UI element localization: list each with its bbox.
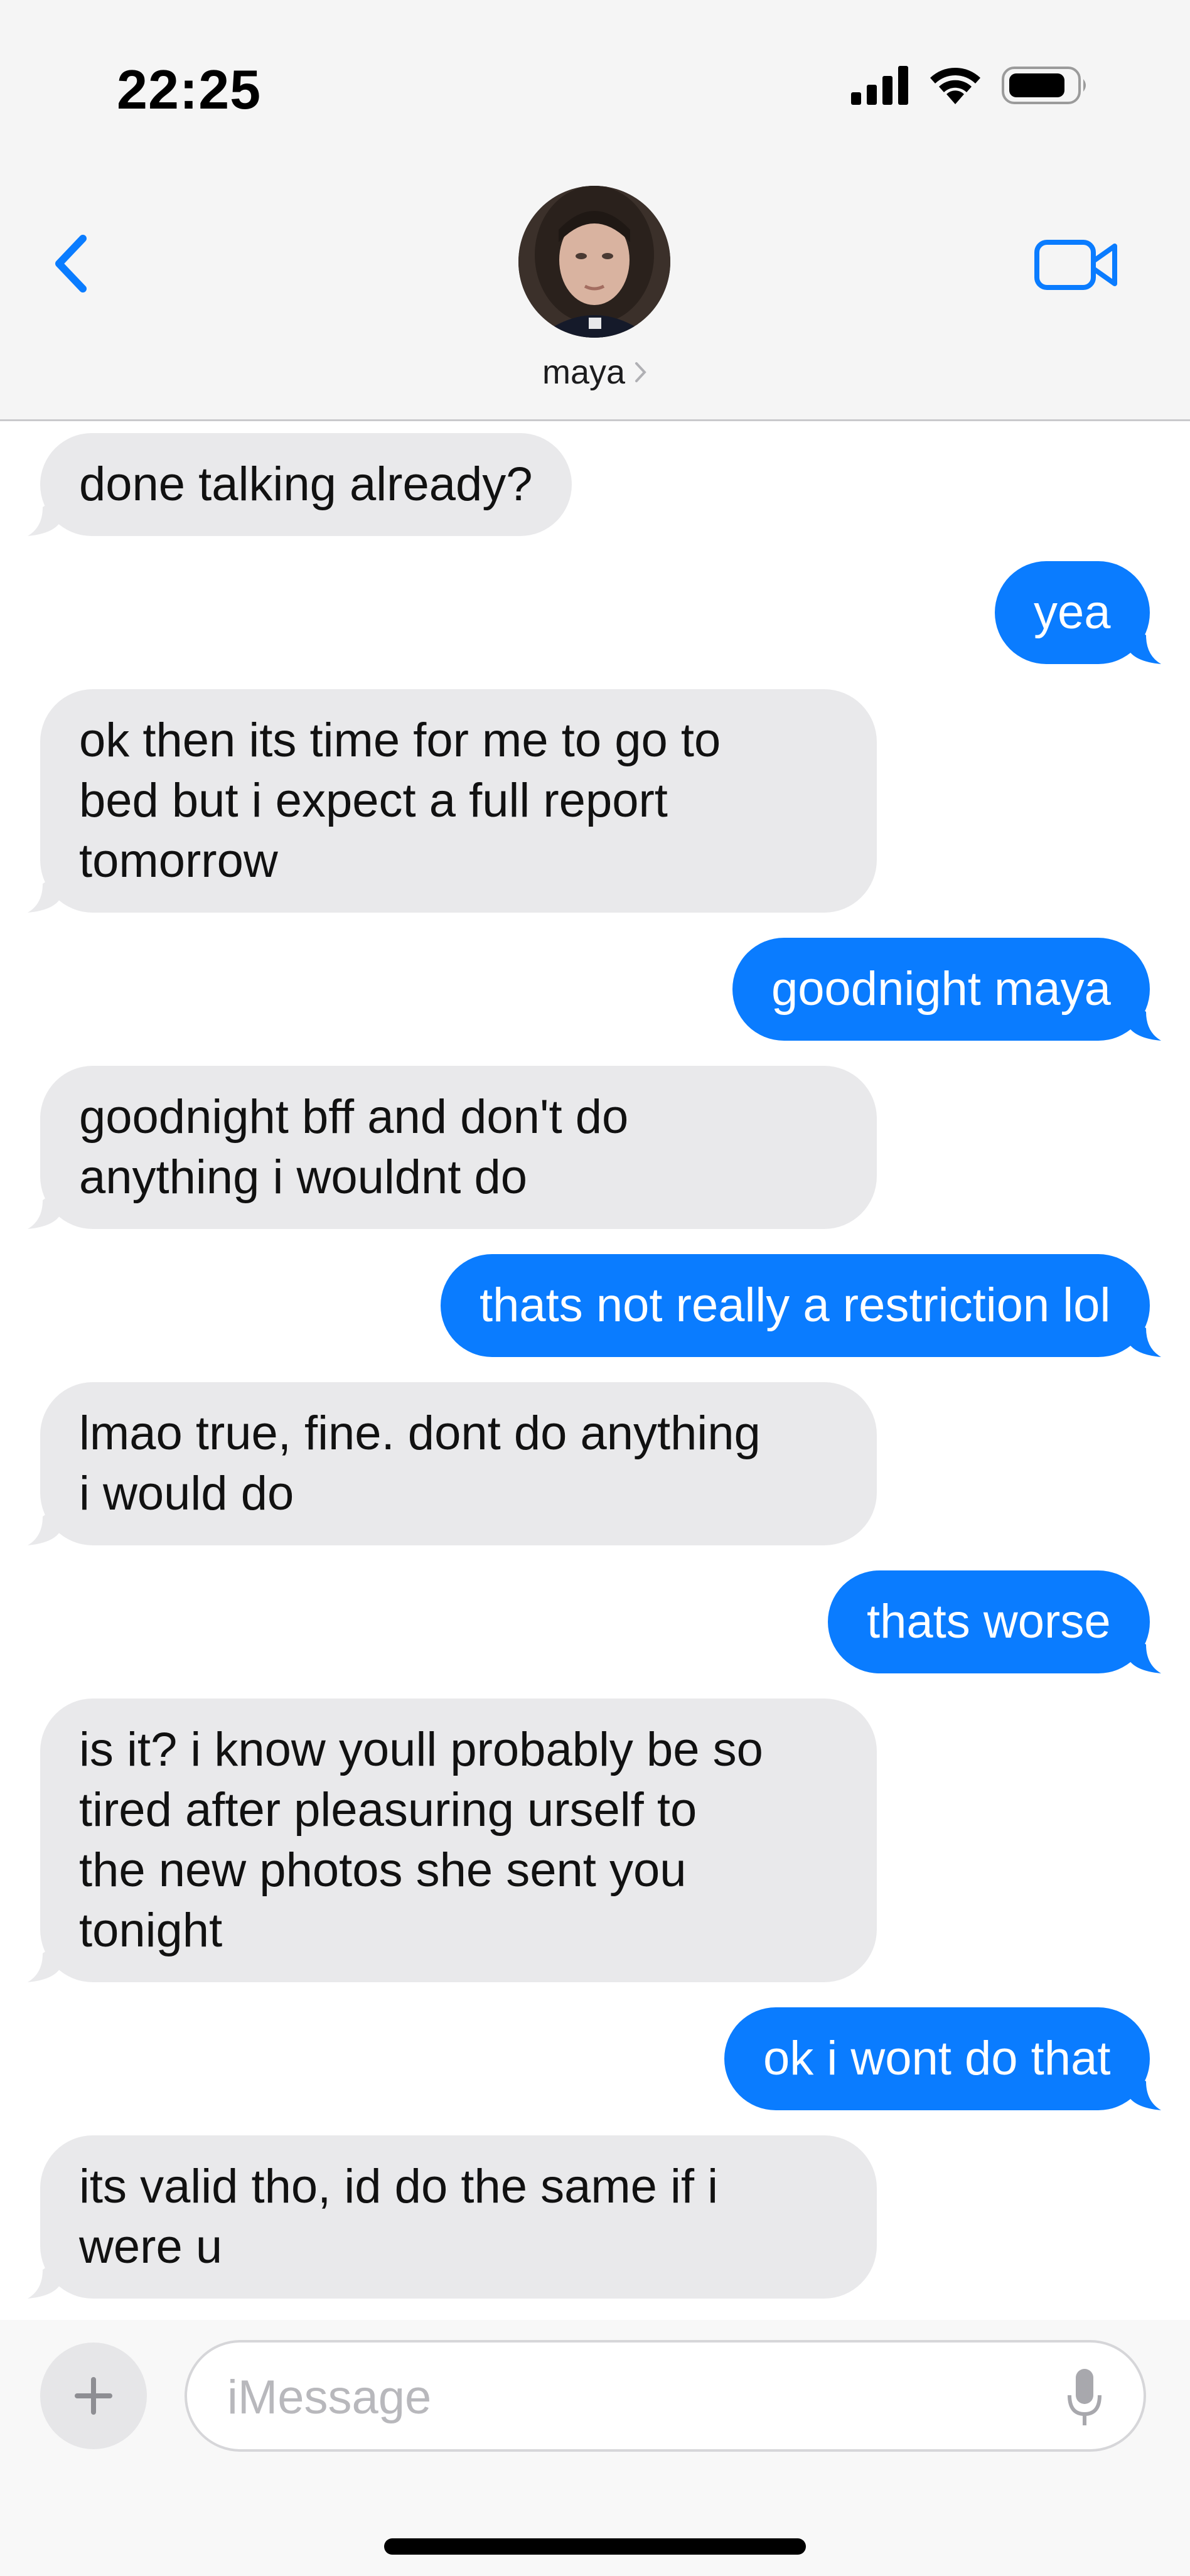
contact-name-row[interactable]: maya [0,353,1190,392]
bubble-tail [28,1188,62,1229]
outgoing-message-bubble[interactable]: thats worse [828,1570,1150,1673]
video-call-button[interactable] [1033,233,1121,296]
contact-avatar[interactable] [518,186,670,338]
bubble-tail [1127,623,1161,664]
outgoing-message-bubble[interactable]: thats not really a restriction lol [441,1254,1150,1357]
outgoing-message-bubble[interactable]: goodnight maya [732,938,1150,1041]
message-input[interactable]: iMessage [185,2340,1146,2452]
bubble-tail [1127,2069,1161,2110]
back-button[interactable] [44,226,100,301]
bubble-tail [1127,1632,1161,1673]
chevron-right-icon [635,362,646,382]
plus-icon [75,2377,112,2415]
incoming-message-bubble[interactable]: done talking already? [40,433,572,536]
bubble-tail [28,495,62,536]
status-time: 22:25 [117,58,262,121]
incoming-message-bubble[interactable]: is it? i know youll probably be so tired… [40,1699,877,1982]
incoming-message-bubble[interactable]: lmao true, fine. dont do anything i woul… [40,1382,877,1545]
status-icons [851,65,1090,105]
bubble-tail [28,2257,62,2299]
composer-bar: iMessage [0,2320,1190,2576]
messages-screen: done talking already? yea ok then its time… [0,0,1190,2576]
bubble-tail [1127,999,1161,1041]
bubble-tail [28,1504,62,1545]
incoming-message-bubble[interactable]: goodnight bff and don't do anything i wo… [40,1066,877,1229]
contact-name[interactable]: maya [542,353,625,392]
bubble-tail [1127,1316,1161,1357]
wifi-icon [930,68,980,104]
conversation-header: 22:25 maya [0,0,1190,421]
incoming-message-bubble[interactable]: ok then its time for me to go to bed but… [40,689,877,913]
message-input-placeholder: iMessage [227,2371,432,2424]
battery-icon [1002,67,1086,104]
bubble-tail [28,1941,62,1982]
plus-button[interactable] [40,2343,147,2449]
home-indicator [384,2538,806,2555]
avatar-photo [518,186,670,338]
cellular-signal-icon [851,66,908,105]
incoming-message-bubble[interactable]: its valid tho, id do the same if i were … [40,2135,877,2299]
bubble-tail [28,871,62,913]
microphone-icon[interactable] [1066,2366,1103,2429]
outgoing-message-bubble[interactable]: ok i wont do that [724,2007,1150,2110]
